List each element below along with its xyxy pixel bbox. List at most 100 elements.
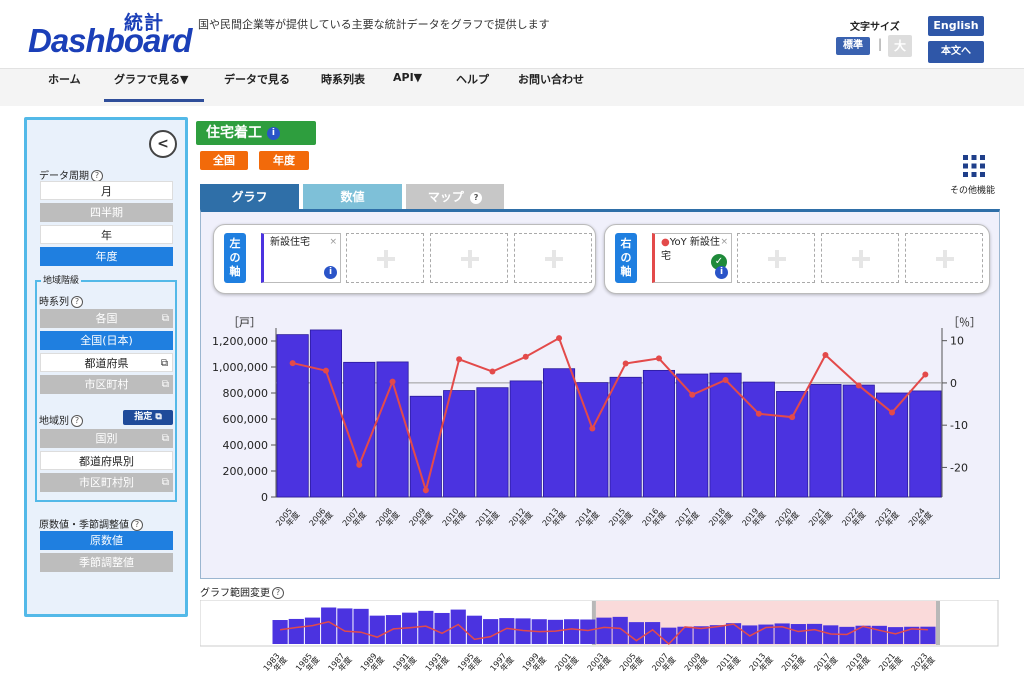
more-functions-label[interactable]: その他機能: [950, 183, 995, 196]
add-series-slot[interactable]: [430, 233, 508, 283]
add-series-slot[interactable]: [514, 233, 592, 283]
site-logo[interactable]: Dashboard 統計: [28, 8, 192, 59]
bar-2012年度: [509, 380, 542, 498]
font-standard-button[interactable]: 標準: [836, 37, 870, 55]
collapse-sidebar-button[interactable]: <: [149, 130, 177, 158]
x-tick-label: 2007年度: [341, 505, 368, 533]
add-series-slot[interactable]: [905, 233, 983, 283]
mini-x-tick-label: 2023年度: [909, 650, 936, 678]
yoy-point-2009年度: [422, 487, 429, 494]
mini-bar: [887, 627, 904, 644]
yoy-point-2018年度: [722, 376, 729, 383]
page-title: 住宅着工 i: [196, 121, 316, 145]
page-root: Dashboard 統計 国や民間企業等が提供している主要な統計データをグラフで…: [0, 0, 1024, 684]
site-header: Dashboard 統計 国や民間企業等が提供している主要な統計データをグラフで…: [0, 0, 1024, 68]
range-change-label: グラフ範囲変更?: [200, 584, 284, 599]
x-tick-label: 2010年度: [441, 505, 468, 533]
adjust-original[interactable]: 原数値: [40, 531, 173, 550]
bar-2016年度: [642, 369, 675, 498]
info-icon[interactable]: i: [324, 266, 337, 279]
skip-to-body-button[interactable]: 本文へ: [928, 41, 984, 63]
mini-x-tick-label: 1993年度: [424, 650, 451, 678]
tab-values[interactable]: 数値: [303, 184, 402, 210]
period-year[interactable]: 年: [40, 225, 173, 244]
external-link-icon: ⧉: [161, 477, 169, 488]
mini-bar: [677, 626, 693, 644]
period-fiscal-year[interactable]: 年度: [40, 247, 173, 266]
x-tick-label: 2023年度: [874, 505, 901, 533]
help-icon[interactable]: ?: [71, 296, 83, 308]
x-tick-label: 2019年度: [740, 505, 767, 533]
yoy-point-2008年度: [389, 378, 396, 385]
help-icon[interactable]: ?: [470, 191, 483, 204]
by-region-country[interactable]: 国別 ⧉: [40, 429, 173, 448]
timeseries-countries[interactable]: 各国 ⧉: [40, 309, 173, 328]
nav-home[interactable]: ホーム: [48, 71, 81, 87]
mini-x-tick-label: 1999年度: [521, 650, 548, 678]
font-separator: |: [878, 37, 883, 51]
mini-x-tick-label: 2009年度: [683, 650, 710, 678]
nav-graph[interactable]: グラフで見る▼: [114, 71, 188, 87]
mini-bar: [564, 619, 580, 644]
help-icon[interactable]: ?: [71, 415, 83, 427]
right-axis-box: 右の軸 ●YoY 新設住宅 × ✓ i: [604, 224, 990, 294]
nav-api[interactable]: API▼: [393, 71, 422, 84]
timeseries-municipalities[interactable]: 市区町村 ⧉: [40, 375, 173, 394]
add-series-slot[interactable]: [346, 233, 424, 283]
yoy-point-2024年度: [922, 371, 929, 378]
mini-x-tick-label: 1995年度: [456, 650, 483, 678]
mini-x-tick-label: 2021年度: [877, 650, 904, 678]
tab-graph[interactable]: グラフ: [200, 184, 299, 210]
x-tick-label: 2005年度: [274, 505, 301, 533]
mini-bar: [434, 612, 450, 644]
help-icon[interactable]: ?: [131, 519, 143, 531]
info-icon[interactable]: i: [715, 266, 728, 279]
adjust-seasonal[interactable]: 季節調整値: [40, 553, 173, 572]
right-unit-label: ［％］: [948, 316, 981, 329]
x-tick-label: 2017年度: [674, 505, 701, 533]
mini-bar: [580, 619, 596, 644]
mini-x-tick-label: 1991年度: [391, 650, 418, 678]
mini-x-tick-label: 2015年度: [780, 650, 807, 678]
bar-2020年度: [776, 391, 809, 498]
yoy-point-2015年度: [622, 360, 629, 367]
x-tick-label: 2015年度: [607, 505, 634, 533]
by-region-prefecture[interactable]: 都道府県別: [40, 451, 173, 470]
info-icon[interactable]: i: [266, 126, 280, 140]
x-tick-label: 2022年度: [840, 505, 867, 533]
timeseries-prefectures[interactable]: 都道府県 ⧉: [40, 353, 173, 372]
font-large-button[interactable]: 大: [888, 35, 912, 57]
nav-contact[interactable]: お問い合わせ: [518, 71, 584, 87]
nav-help[interactable]: ヘルプ: [456, 71, 489, 87]
period-month[interactable]: 月: [40, 181, 173, 200]
mini-bar: [725, 623, 742, 644]
designate-region-button[interactable]: 指定 ⧉: [123, 410, 173, 425]
font-size-label: 文字サイズ: [850, 22, 900, 33]
close-icon[interactable]: ×: [329, 235, 337, 249]
mini-bar: [337, 608, 353, 644]
right-series-card[interactable]: ●YoY 新設住宅 × ✓ i: [652, 233, 732, 283]
range-selector-chart[interactable]: 1983年度 1985年度 1987年度 1989年度 1991年度 1993年度 1995…: [200, 600, 1000, 684]
grid-menu-icon[interactable]: [962, 154, 986, 178]
add-series-slot[interactable]: [821, 233, 899, 283]
yoy-point-2013年度: [556, 335, 563, 342]
add-series-slot[interactable]: [737, 233, 815, 283]
mini-bar: [806, 623, 823, 644]
nav-data[interactable]: データで見る: [224, 71, 290, 87]
period-quarter[interactable]: 四半期: [40, 203, 173, 222]
left-unit-label: ［戸］: [228, 316, 261, 329]
english-button[interactable]: English: [928, 16, 984, 36]
by-region-municipality[interactable]: 市区町村別 ⧉: [40, 473, 173, 492]
help-icon[interactable]: ?: [272, 587, 284, 599]
yoy-point-2006年度: [322, 367, 329, 374]
mini-bar: [596, 617, 612, 644]
left-series-card[interactable]: 新設住宅 × i: [261, 233, 341, 283]
x-tick-label: 2016年度: [641, 505, 668, 533]
x-tick-label: 2011年度: [474, 505, 501, 533]
close-icon[interactable]: ×: [720, 235, 728, 249]
tab-map[interactable]: マップ ?: [406, 184, 504, 210]
mini-bar: [742, 625, 758, 644]
yoy-point-2010年度: [456, 356, 463, 363]
nav-timeseries[interactable]: 時系列表: [321, 71, 365, 87]
timeseries-national[interactable]: 全国(日本): [40, 331, 173, 350]
